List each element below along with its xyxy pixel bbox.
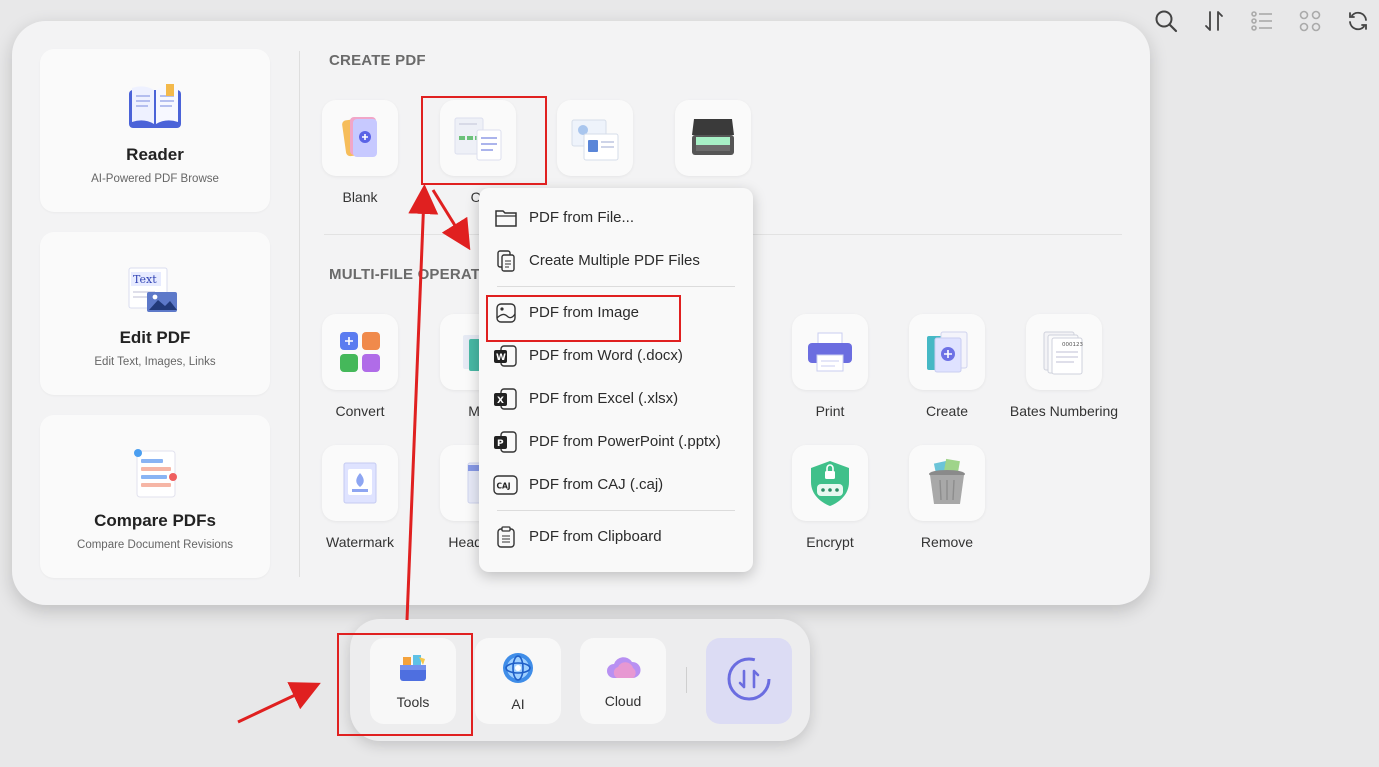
menu-item-pdf-from-excel[interactable]: X PDF from Excel (.xlsx) — [479, 377, 753, 420]
menu-separator — [497, 510, 735, 511]
compare-pdfs-card[interactable]: Compare PDFs Compare Document Revisions — [40, 415, 270, 578]
menu-item-label: PDF from File... — [529, 209, 635, 226]
blank-pdf-icon — [322, 100, 398, 176]
word-icon: W — [493, 343, 519, 369]
bates-icon: 000123 — [1026, 314, 1102, 390]
tool-convert[interactable]: Convert — [304, 314, 416, 419]
card-subtitle: Edit Text, Images, Links — [94, 355, 216, 368]
word-glyph: W — [496, 353, 506, 363]
shield-lock-icon — [792, 445, 868, 521]
column-divider — [299, 51, 300, 577]
caj-glyph: CAJ — [497, 481, 511, 490]
bates-number-text: 000123 — [1062, 342, 1083, 348]
powerpoint-glyph: P — [497, 439, 504, 449]
menu-item-label: PDF from Excel (.xlsx) — [529, 390, 679, 407]
search-icon[interactable] — [1153, 8, 1179, 34]
create-icon — [909, 314, 985, 390]
multi-file-icon — [493, 248, 519, 274]
menu-item-label: PDF from CAJ (.caj) — [529, 476, 664, 493]
menu-item-pdf-from-file[interactable]: PDF from File... — [479, 196, 753, 239]
convert-icon — [322, 314, 398, 390]
tool-create[interactable]: Create — [891, 314, 1003, 419]
reader-card[interactable]: Reader AI-Powered PDF Browse — [40, 49, 270, 212]
dock-sync-button[interactable] — [706, 638, 792, 724]
card-title: Edit PDF — [119, 327, 191, 347]
dock-label: Cloud — [604, 692, 642, 709]
ai-icon — [501, 651, 535, 690]
tool-encrypt[interactable]: Encrypt — [774, 445, 886, 550]
dock-label: AI — [511, 695, 525, 712]
caj-icon: CAJ — [493, 472, 519, 498]
top-toolbar — [1153, 8, 1371, 34]
create-pdf-menu: PDF from File... Create Multiple PDF Fil… — [479, 188, 753, 572]
menu-item-label: PDF from Image — [529, 304, 640, 321]
tool-id-card[interactable] — [539, 100, 651, 189]
excel-icon: X — [493, 386, 519, 412]
create-pdf-section-title: CREATE PDF — [329, 52, 426, 69]
cloud-icon — [605, 654, 641, 687]
card-title: Compare PDFs — [94, 510, 216, 530]
sync-icon — [724, 654, 774, 709]
menu-item-pdf-from-image[interactable]: PDF from Image — [479, 291, 753, 334]
tool-label: Watermark — [326, 534, 394, 550]
image-icon — [493, 300, 519, 326]
menu-item-label: PDF from PowerPoint (.pptx) — [529, 433, 721, 450]
refresh-icon[interactable] — [1345, 8, 1371, 34]
card-title: Reader — [126, 144, 184, 164]
excel-glyph: X — [497, 396, 504, 406]
tool-label: Bates Numbering — [1009, 403, 1119, 419]
tool-scanner[interactable] — [657, 100, 769, 189]
trash-icon — [909, 445, 985, 521]
tool-label: Encrypt — [806, 534, 854, 550]
menu-item-label: PDF from Clipboard — [529, 528, 662, 545]
folder-icon — [493, 205, 519, 231]
menu-item-create-multiple[interactable]: Create Multiple PDF Files — [479, 239, 753, 282]
dock-tools[interactable]: Tools — [370, 638, 456, 724]
menu-item-label: Create Multiple PDF Files — [529, 252, 700, 269]
other-pdf-icon — [440, 100, 516, 176]
tool-label: Print — [815, 403, 845, 419]
tool-remove[interactable]: Remove — [891, 445, 1003, 550]
tool-watermark[interactable]: Watermark — [304, 445, 416, 550]
menu-item-pdf-from-word[interactable]: W PDF from Word (.docx) — [479, 334, 753, 377]
id-card-icon — [557, 100, 633, 176]
card-subtitle: AI-Powered PDF Browse — [91, 172, 219, 185]
tool-label: Create — [925, 403, 969, 419]
menu-item-label: PDF from Word (.docx) — [529, 347, 683, 364]
dock-cloud[interactable]: Cloud — [580, 638, 666, 724]
bottom-dock: Tools AI Cloud — [350, 619, 810, 741]
edit-text-icon: Text — [125, 260, 185, 320]
list-view-icon[interactable] — [1249, 8, 1275, 34]
tool-bates-numbering[interactable]: 000123 Bates Numbering — [1008, 314, 1120, 419]
powerpoint-icon: P — [493, 429, 519, 455]
tool-blank[interactable]: Blank — [304, 100, 416, 205]
tool-label: Blank — [342, 189, 378, 205]
dock-ai[interactable]: AI — [475, 638, 561, 724]
grid-view-icon[interactable] — [1297, 8, 1323, 34]
edit-text-icon-label: Text — [133, 273, 157, 286]
clipboard-icon — [493, 524, 519, 550]
edit-pdf-card[interactable]: Text Edit PDF Edit Text, Images, Links — [40, 232, 270, 395]
scanner-icon — [675, 100, 751, 176]
multi-file-section-title: MULTI-FILE OPERAT — [329, 266, 481, 283]
tool-label: Remove — [920, 534, 974, 550]
card-subtitle: Compare Document Revisions — [77, 538, 233, 551]
menu-separator — [497, 286, 735, 287]
menu-item-pdf-from-clipboard[interactable]: PDF from Clipboard — [479, 515, 753, 558]
printer-icon — [792, 314, 868, 390]
compare-icon — [125, 443, 185, 503]
sort-icon[interactable] — [1201, 8, 1227, 34]
tool-label: Convert — [335, 403, 385, 419]
dock-label: Tools — [396, 693, 430, 710]
menu-item-pdf-from-powerpoint[interactable]: P PDF from PowerPoint (.pptx) — [479, 420, 753, 463]
menu-item-pdf-from-caj[interactable]: CAJ PDF from CAJ (.caj) — [479, 463, 753, 506]
dock-separator — [686, 667, 687, 693]
book-icon — [125, 77, 185, 137]
toolbox-icon — [397, 653, 429, 688]
watermark-icon — [322, 445, 398, 521]
left-feature-column: Reader AI-Powered PDF Browse Text Edit P… — [40, 49, 270, 598]
tool-print[interactable]: Print — [774, 314, 886, 419]
